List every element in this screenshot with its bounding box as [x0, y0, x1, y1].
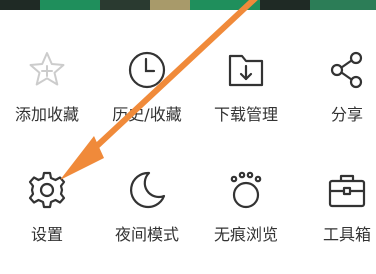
gear-icon [27, 170, 67, 210]
download-manager-button[interactable]: 下载管理 [199, 30, 293, 130]
paw-icon [226, 170, 266, 210]
clock-icon [127, 50, 167, 90]
settings-button[interactable]: 设置 [0, 150, 94, 250]
add-favorite-button[interactable]: 添加收藏 [0, 30, 94, 130]
incognito-browsing-label: 无痕浏览 [213, 225, 278, 244]
add-favorite-label: 添加收藏 [14, 105, 79, 124]
toolbox-icon [327, 170, 367, 210]
page-content-strip [0, 0, 376, 10]
night-mode-label: 夜间模式 [114, 225, 179, 244]
moon-icon [127, 170, 167, 210]
toolbox-label: 工具箱 [322, 225, 371, 244]
share-icon [327, 50, 367, 90]
toolbox-button[interactable]: 工具箱 [300, 150, 376, 250]
download-manager-label: 下载管理 [213, 105, 278, 124]
incognito-browsing-button[interactable]: 无痕浏览 [199, 150, 293, 250]
browser-menu-panel: 添加收藏 历史/收藏 下载管理 分享 设置 夜间模式 无痕浏览 工具箱 [0, 0, 376, 274]
share-label: 分享 [330, 105, 363, 124]
history-favorites-button[interactable]: 历史/收藏 [100, 30, 194, 130]
star-plus-icon [27, 50, 67, 90]
night-mode-button[interactable]: 夜间模式 [100, 150, 194, 250]
menu-grid: 添加收藏 历史/收藏 下载管理 分享 设置 夜间模式 无痕浏览 工具箱 [0, 30, 376, 274]
history-favorites-label: 历史/收藏 [112, 105, 182, 124]
settings-label: 设置 [30, 225, 63, 244]
download-folder-icon [226, 50, 266, 90]
share-button[interactable]: 分享 [300, 30, 376, 130]
